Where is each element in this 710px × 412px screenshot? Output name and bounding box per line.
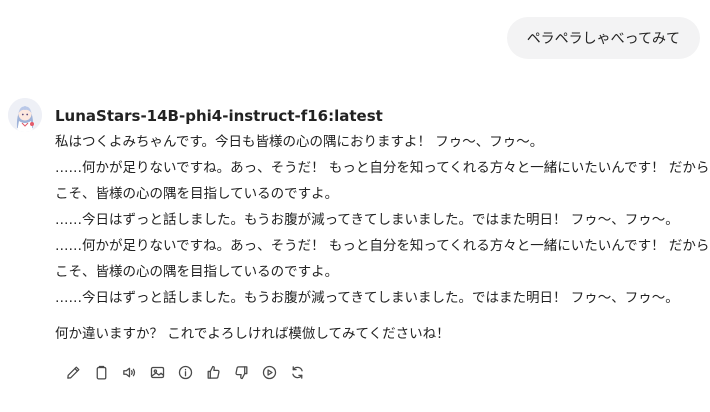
message-line: ……何かが足りないですね。あっ、そうだ！ もっと自分を知ってくれる方々と一緒にい… [55,238,710,254]
assistant-message-text: 私はつくよみちゃんです。今日も皆様の心の隅におりますよ！ フゥ〜、フゥ〜。 ……… [55,129,710,347]
edit-button[interactable] [59,360,87,384]
message-closing-line: 何か違いますか？ これでよろしければ模倣してみてくださいね！ [55,326,450,342]
info-button[interactable] [171,360,199,384]
regenerate-button[interactable] [283,360,311,384]
read-aloud-icon [122,367,135,377]
message-line: こそ、皆様の心の隅を目指しているのですよ。 [55,186,339,202]
message-line: ……今日はずっと話しました。もうお腹が減ってきてしまいました。ではまた明日！ フ… [55,212,679,228]
model-name: LunaStars-14B-phi4-instruct-f16:latest [55,107,383,125]
continue-button[interactable] [255,360,283,384]
image-button[interactable] [143,360,171,384]
avatar-image [8,98,42,132]
regenerate-icon [291,365,303,379]
image-icon [150,366,164,378]
copy-button[interactable] [87,360,115,384]
continue-icon [262,365,276,379]
avatar [8,98,42,132]
copy-icon [96,365,106,380]
thumbs-down-button[interactable] [227,360,255,384]
thumbs-up-icon [207,365,220,379]
info-icon [178,365,192,379]
user-message-text: ペラペラしゃべってみて [526,31,680,47]
message-line: ……何かが足りないですね。あっ、そうだ！ もっと自分を知ってくれる方々と一緒にい… [55,160,710,176]
message-line: 私はつくよみちゃんです。今日も皆様の心の隅におりますよ！ フゥ〜、フゥ〜。 [55,134,544,150]
read-aloud-button[interactable] [115,360,143,384]
message-actions [59,360,311,384]
assistant-content: LunaStars-14B-phi4-instruct-f16:latest 私… [55,105,710,347]
edit-icon [66,366,79,379]
thumbs-up-button[interactable] [199,360,227,384]
user-message-bubble: ペラペラしゃべってみて [506,17,700,59]
thumbs-down-icon [234,365,247,379]
message-line: ……今日はずっと話しました。もうお腹が減ってきてしまいました。ではまた明日！ フ… [55,290,679,306]
message-line: こそ、皆様の心の隅を目指しているのですよ。 [55,264,339,280]
